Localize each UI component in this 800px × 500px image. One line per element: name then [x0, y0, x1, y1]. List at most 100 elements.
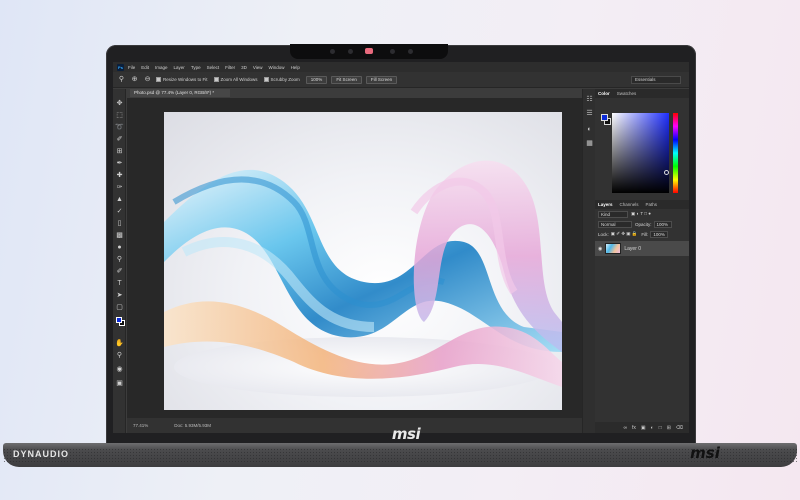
menu-3d[interactable]: 3D: [241, 65, 247, 70]
new-layer-icon[interactable]: ⊞: [667, 425, 671, 431]
sensor-dot: [390, 49, 395, 54]
fill-screen-button[interactable]: Fill Screen: [365, 75, 398, 84]
adjustments-icon[interactable]: ◐: [585, 125, 594, 134]
checkbox-box[interactable]: [263, 77, 269, 82]
foreground-color-chip[interactable]: [601, 114, 608, 121]
tab-swatches[interactable]: Swatches: [617, 91, 637, 96]
eye-icon[interactable]: ◉: [598, 246, 602, 252]
color-panel-tabs: Color Swatches: [595, 89, 689, 98]
filter-icons[interactable]: ▣ ◐ T □ ●: [631, 211, 651, 217]
menu-file[interactable]: File: [128, 65, 135, 70]
screen: Ps File Edit Image Layer Type Select Fil…: [113, 62, 689, 433]
hand-tool-icon[interactable]: ✋: [115, 339, 124, 348]
layer-name[interactable]: Layer 0: [624, 246, 641, 252]
eyedropper-tool-icon[interactable]: ✒: [115, 159, 124, 168]
scrubby-zoom-checkbox[interactable]: Scrubby Zoom: [263, 77, 300, 82]
layers-panel: Layers Channels Paths Kind ▣ ◐ T □ ● Nor…: [595, 200, 689, 433]
menu-edit[interactable]: Edit: [141, 65, 149, 70]
zoom-out-icon[interactable]: ⊖: [143, 75, 152, 84]
menu-image[interactable]: Image: [155, 65, 168, 70]
move-tool-icon[interactable]: ✥: [115, 99, 124, 108]
checkbox-box[interactable]: [213, 77, 219, 82]
menu-type[interactable]: Type: [191, 65, 201, 70]
zoom-100-button[interactable]: 100%: [305, 75, 328, 84]
quick-mask-icon[interactable]: ◉: [115, 365, 124, 374]
tab-paths[interactable]: Paths: [646, 202, 658, 207]
blend-mode-select[interactable]: Normal: [598, 220, 632, 228]
photoshop-app-icon[interactable]: Ps: [117, 63, 124, 71]
menu-window[interactable]: Window: [269, 65, 285, 70]
fill-field[interactable]: 100%: [650, 230, 669, 238]
layer-row[interactable]: ◉ Layer 0: [595, 241, 689, 256]
opacity-label: Opacity:: [635, 221, 652, 227]
color-picker-ring[interactable]: [664, 170, 669, 175]
tab-layers[interactable]: Layers: [598, 202, 613, 207]
saturation-brightness-field[interactable]: [612, 113, 669, 193]
healing-brush-tool-icon[interactable]: ✚: [115, 171, 124, 180]
zoom-readout[interactable]: 77.41%: [133, 423, 148, 428]
checkbox-box[interactable]: [156, 77, 161, 82]
zoom-all-windows-checkbox[interactable]: Zoom All Windows: [213, 77, 258, 82]
doc-info[interactable]: Doc: 5.93M/5.93M: [174, 423, 211, 428]
menu-help[interactable]: Help: [291, 65, 300, 70]
resize-windows-label: Resize Windows to Fit: [163, 77, 208, 82]
link-layers-icon[interactable]: ∞: [623, 425, 627, 431]
screen-mode-icon[interactable]: ▣: [115, 379, 124, 388]
menu-view[interactable]: View: [253, 65, 263, 70]
layers-footer: ∞ fx ▣ ◐ □ ⊞ ⌫: [595, 422, 689, 433]
sensor-dot: [408, 49, 413, 54]
speaker-brand-logo: DYNAUDIO: [13, 449, 70, 459]
history-icon[interactable]: ☷: [585, 95, 594, 104]
opacity-field[interactable]: 100%: [653, 220, 672, 228]
type-tool-icon[interactable]: T: [115, 279, 124, 288]
zoom-tool-icon[interactable]: ⚲: [115, 351, 124, 360]
zoom-tool-icon[interactable]: ⚲: [117, 75, 126, 84]
lock-icons[interactable]: ▣ ✐ ✥ ▣ 🔒: [611, 231, 638, 237]
marquee-tool-icon[interactable]: ⬚: [115, 111, 124, 120]
add-mask-icon[interactable]: ▣: [641, 425, 646, 431]
quick-select-tool-icon[interactable]: ✐: [115, 135, 124, 144]
fit-screen-button[interactable]: Fit Screen: [331, 75, 362, 84]
tab-color[interactable]: Color: [598, 91, 610, 96]
layers-panel-tabs: Layers Channels Paths: [595, 200, 689, 209]
fx-icon[interactable]: fx: [632, 425, 636, 431]
tools-panel: ✥ ⬚ ➰ ✐ ⊞ ✒ ✚ ✑ ▲ ✓ ▯ ▩ ● ⚲ ✐ T ➤ ▢ ✋ ⚲ …: [113, 89, 126, 433]
properties-icon[interactable]: ☰: [585, 109, 594, 118]
resize-windows-checkbox[interactable]: Resize Windows to Fit: [156, 77, 208, 82]
sensor-dot: [330, 49, 335, 54]
pen-tool-icon[interactable]: ✐: [115, 267, 124, 276]
lock-row: Lock: ▣ ✐ ✥ ▣ 🔒 Fill: 100%: [595, 229, 689, 239]
artwork-canvas[interactable]: [164, 112, 562, 410]
path-select-tool-icon[interactable]: ➤: [115, 291, 124, 300]
menu-layer[interactable]: Layer: [174, 65, 185, 70]
trash-icon[interactable]: ⌫: [676, 425, 683, 431]
group-icon[interactable]: □: [659, 425, 662, 431]
zoom-in-icon[interactable]: ⊕: [130, 75, 139, 84]
lasso-tool-icon[interactable]: ➰: [115, 123, 124, 132]
base-brand-logo: msi: [690, 444, 720, 462]
rectangle-tool-icon[interactable]: ▢: [115, 303, 124, 312]
layer-kind-filter[interactable]: Kind: [598, 210, 628, 218]
collapsed-panels-strip: ☷ ☰ ◐ ▦: [582, 89, 595, 433]
gradient-tool-icon[interactable]: ▩: [115, 231, 124, 240]
fill-label: Fill:: [641, 231, 649, 237]
menu-filter[interactable]: Filter: [225, 65, 235, 70]
eraser-tool-icon[interactable]: ▯: [115, 219, 124, 228]
document-tab[interactable]: Photo.psd @ 77.4% (Layer 0, RGB/8*) *: [130, 89, 230, 97]
adjustment-layer-icon[interactable]: ◐: [651, 425, 654, 431]
blur-tool-icon[interactable]: ●: [115, 243, 124, 252]
color-panel: [595, 98, 689, 198]
abstract-wave-artwork: [164, 160, 562, 397]
workspace-select[interactable]: Essentials: [631, 76, 681, 84]
crop-tool-icon[interactable]: ⊞: [115, 147, 124, 156]
hue-slider[interactable]: [673, 113, 678, 193]
clone-stamp-tool-icon[interactable]: ▲: [115, 195, 124, 204]
status-bar: 77.41% Doc: 5.93M/5.93M: [127, 418, 582, 433]
libraries-icon[interactable]: ▦: [585, 139, 594, 148]
dodge-tool-icon[interactable]: ⚲: [115, 255, 124, 264]
menu-select[interactable]: Select: [207, 65, 220, 70]
brush-tool-icon[interactable]: ✑: [115, 183, 124, 192]
tab-channels[interactable]: Channels: [620, 202, 639, 207]
history-brush-tool-icon[interactable]: ✓: [115, 207, 124, 216]
foreground-color-swatch[interactable]: [116, 317, 122, 323]
